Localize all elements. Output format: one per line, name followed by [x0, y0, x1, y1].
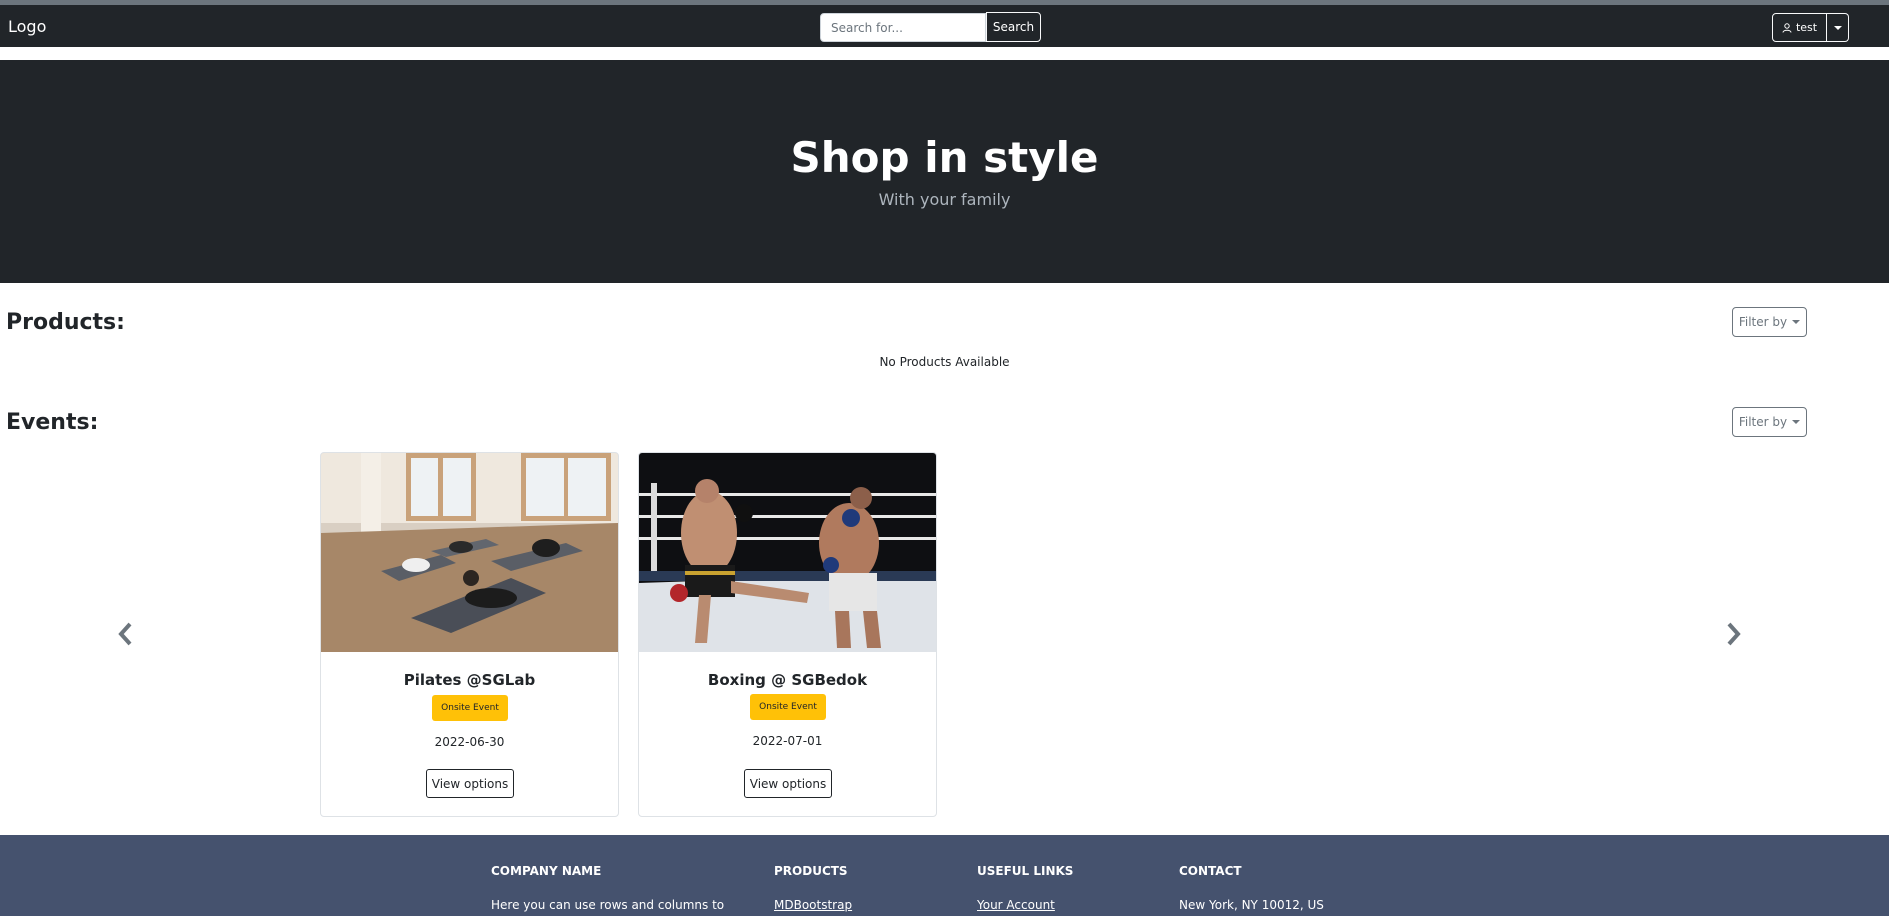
search-button[interactable]: Search: [986, 12, 1041, 42]
user-button[interactable]: test: [1772, 13, 1827, 42]
footer-link-your-account[interactable]: Your Account: [977, 898, 1055, 912]
navbar: Logo Search test: [0, 5, 1889, 47]
events-heading: Events:: [6, 410, 99, 435]
filter-label: Filter by: [1738, 415, 1788, 429]
carousel-prev-button[interactable]: [113, 620, 137, 648]
chevron-right-icon: [1727, 622, 1741, 646]
events-filter-button[interactable]: Filter by: [1732, 407, 1807, 437]
chevron-down-icon: [1792, 420, 1801, 424]
view-options-button[interactable]: View options: [744, 769, 832, 798]
hero-subtitle: With your family: [878, 190, 1011, 209]
search-input[interactable]: [820, 13, 986, 42]
hero-banner: Shop in style With your family: [0, 60, 1889, 283]
carousel-next-button[interactable]: [1722, 620, 1746, 648]
view-options-button[interactable]: View options: [426, 769, 514, 798]
event-image-boxing: [639, 453, 936, 652]
event-badge: Onsite Event: [432, 695, 508, 721]
products-heading: Products:: [6, 310, 125, 335]
logo[interactable]: Logo: [8, 17, 46, 36]
hero-title: Shop in style: [790, 133, 1099, 182]
event-image-pilates: [321, 453, 618, 652]
footer: COMPANY NAME Here you can use rows and c…: [0, 835, 1889, 916]
footer-company-heading: COMPANY NAME: [491, 864, 602, 878]
event-card: Pilates @SGLab Onsite Event 2022-06-30 V…: [320, 452, 619, 817]
products-empty-message: No Products Available: [879, 355, 1010, 369]
products-filter-button[interactable]: Filter by: [1732, 307, 1807, 337]
chevron-down-icon: [1792, 320, 1801, 324]
event-date: 2022-06-30: [434, 735, 505, 749]
event-card: Boxing @ SGBedok Onsite Event 2022-07-01…: [638, 452, 937, 817]
user-dropdown-toggle[interactable]: [1827, 13, 1849, 42]
event-title: Boxing @ SGBedok: [707, 671, 868, 689]
footer-contact-heading: CONTACT: [1179, 864, 1242, 878]
user-label: test: [1795, 21, 1818, 34]
footer-link-mdbootstrap[interactable]: MDBootstrap: [774, 898, 852, 912]
event-badge: Onsite Event: [750, 694, 826, 720]
chevron-down-icon: [1833, 25, 1842, 30]
footer-products-heading: PRODUCTS: [774, 864, 848, 878]
event-date: 2022-07-01: [752, 734, 823, 748]
event-title: Pilates @SGLab: [403, 671, 536, 689]
footer-company-text: Here you can use rows and columns to: [491, 898, 725, 912]
footer-contact-address: New York, NY 10012, US: [1179, 898, 1324, 912]
user-icon: [1782, 22, 1792, 33]
footer-useful-links-heading: USEFUL LINKS: [977, 864, 1074, 878]
chevron-left-icon: [118, 622, 132, 646]
filter-label: Filter by: [1738, 315, 1788, 329]
